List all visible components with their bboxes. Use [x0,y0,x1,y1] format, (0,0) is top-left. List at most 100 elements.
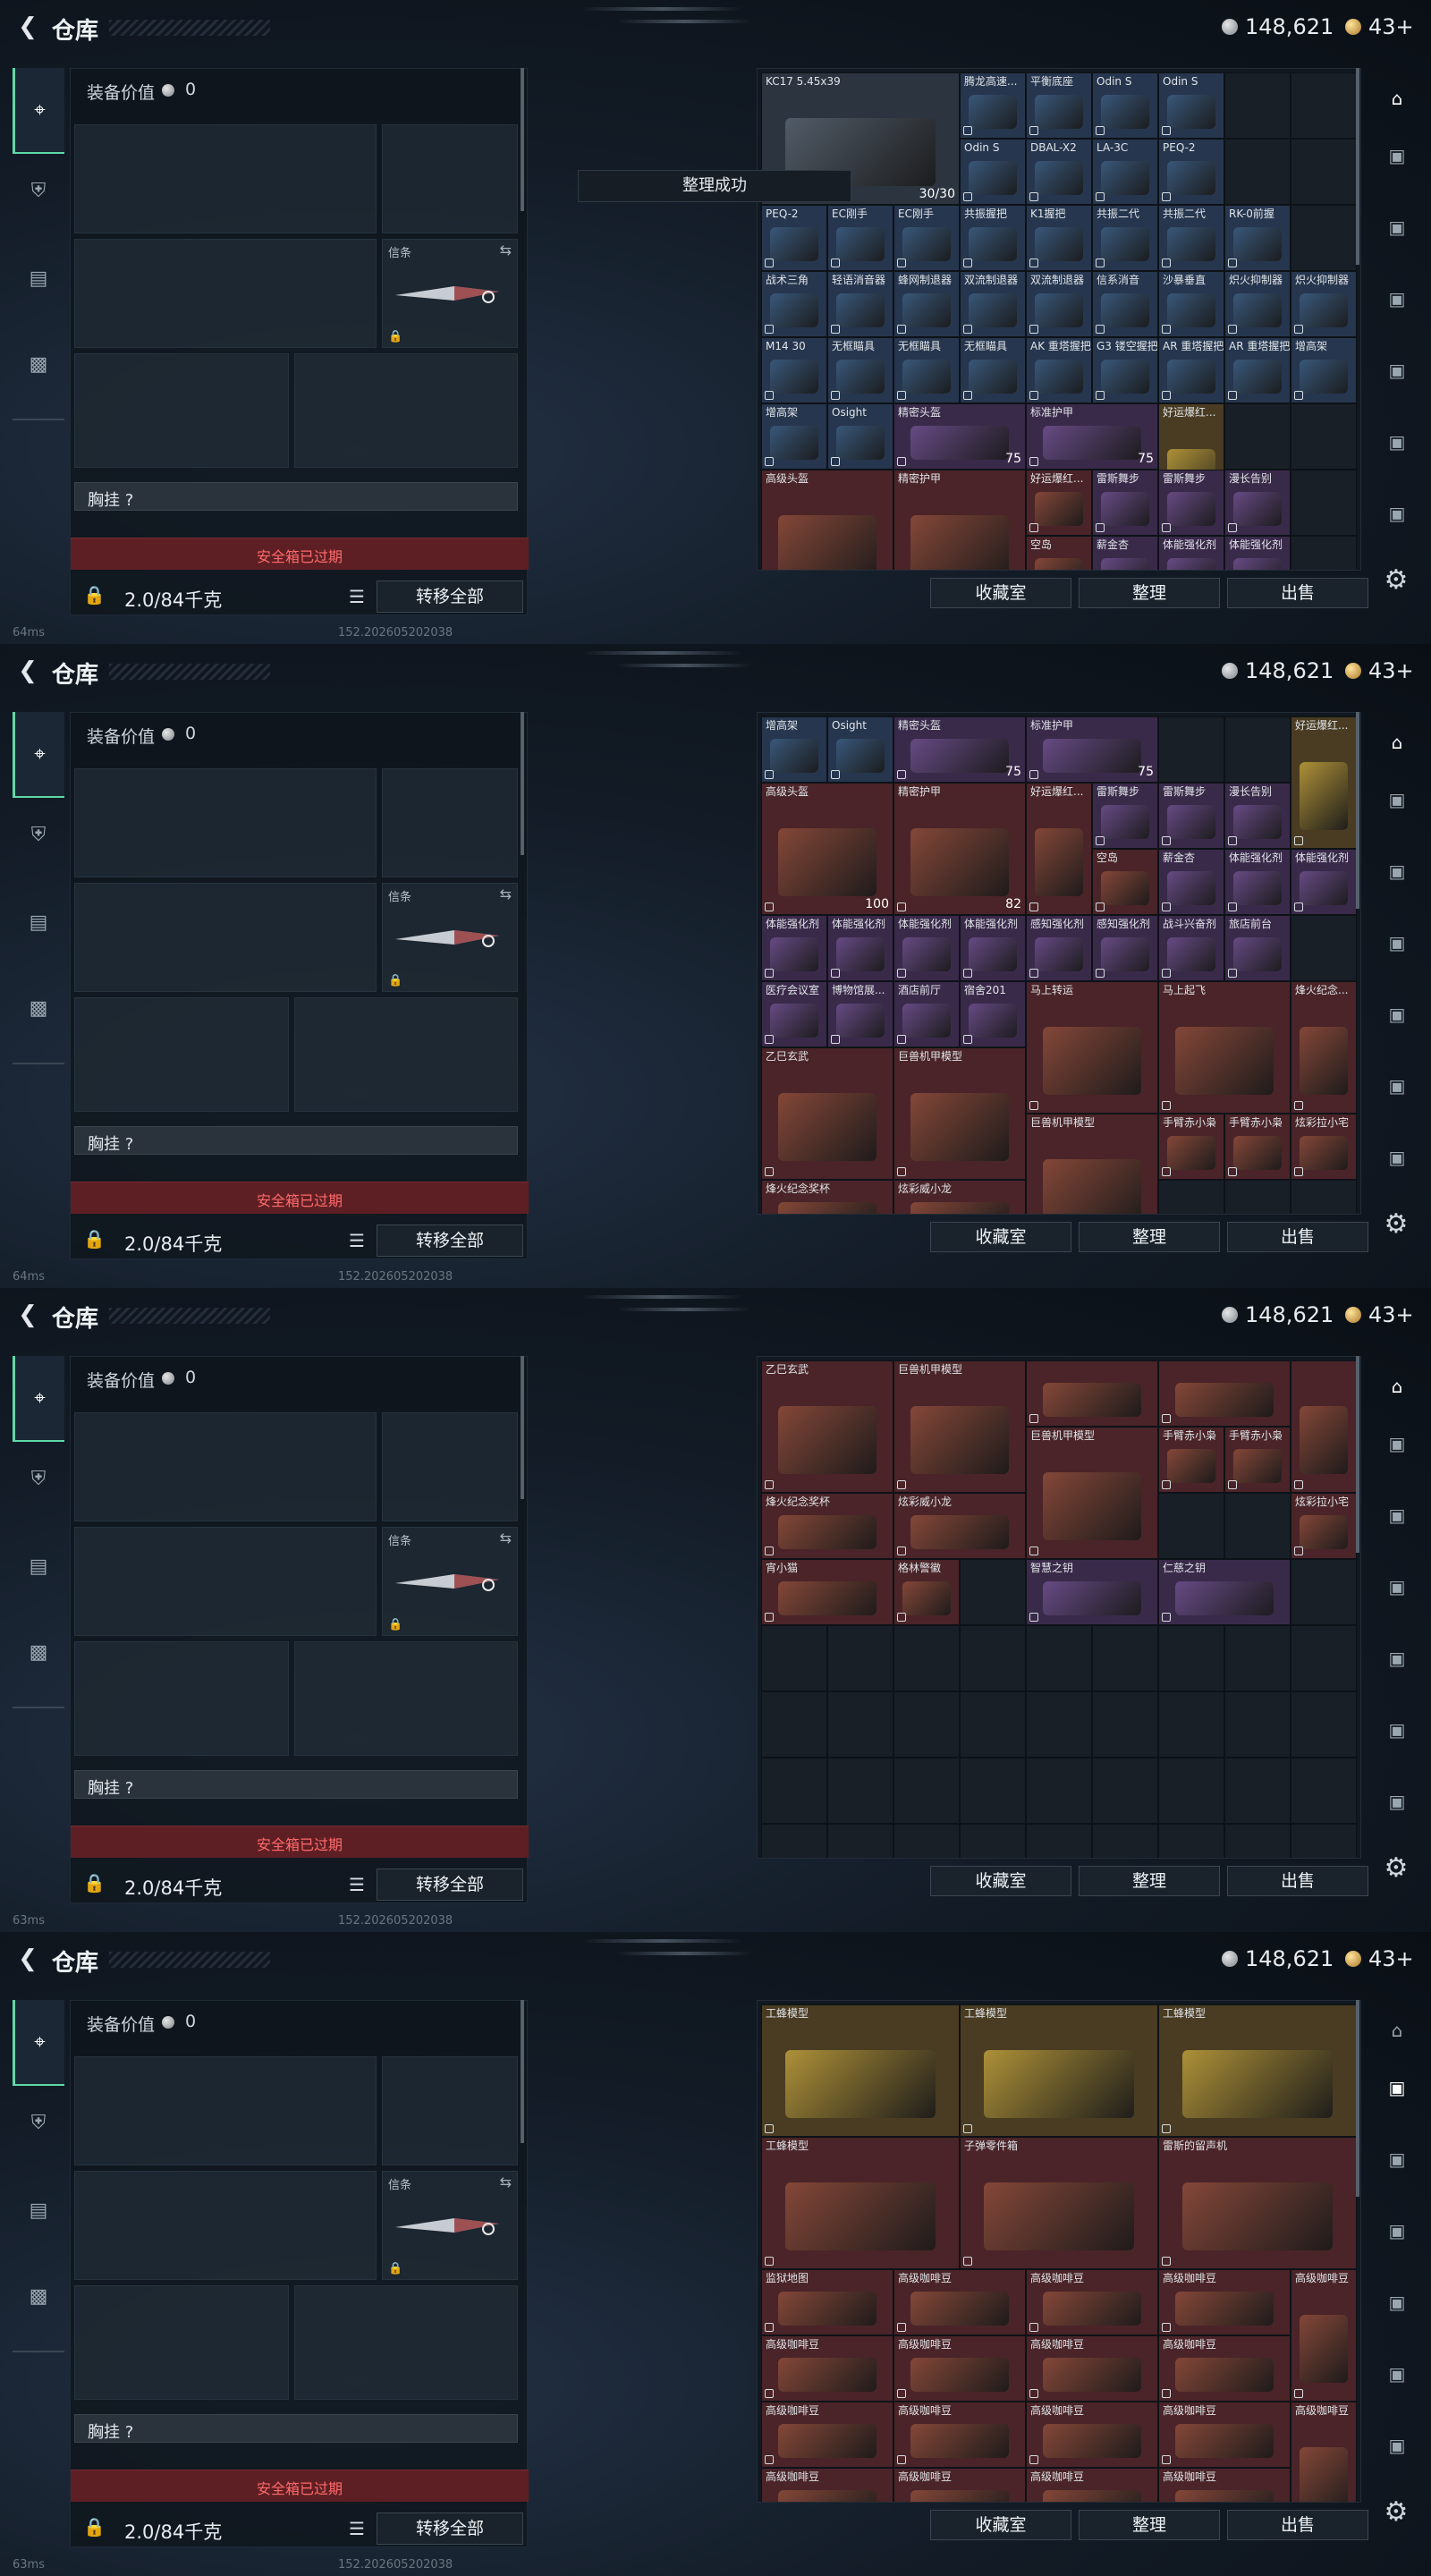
primary-weapon-slot[interactable] [74,768,377,877]
tab-armor[interactable]: ⛨ [20,816,57,853]
tab-case[interactable]: ▩ [20,1633,57,1671]
inventory-item[interactable]: 无框瞄具 [893,337,960,403]
inventory-item[interactable]: 高级咖啡豆 [893,2269,1026,2335]
armor-slot[interactable] [294,1641,518,1756]
safe-box-expired-bar[interactable]: 安全箱已过期 [71,1826,529,1858]
tab-storage-5[interactable]: ▣ [1377,1068,1417,1104]
inventory-item[interactable]: 烽火纪念... [1291,981,1357,1114]
chest-rig-slot[interactable]: 胸挂 ? [74,2414,518,2443]
tab-clipboard[interactable]: ▤ [20,1547,57,1585]
inventory-item[interactable]: 医疗会议室 [761,981,827,1047]
inventory-item[interactable]: Odin S [960,139,1026,205]
tab-storage-2[interactable]: ▣ [1377,209,1417,245]
inventory-item[interactable]: 烽火纪念奖杯 [761,1180,893,1214]
equipment-scrollbar[interactable] [521,2000,524,2143]
gold-currency[interactable]: 43+ [1345,1946,1414,1971]
inventory-item[interactable]: 蜂网制退器 [893,271,960,337]
inventory-item[interactable] [1026,1360,1158,1427]
settings-button[interactable]: ⚙ [1381,2497,1411,2528]
inventory-item[interactable]: 薪金杏 [1092,536,1158,570]
inventory-item[interactable]: 轻语消音器 [827,271,893,337]
collection-button[interactable]: 收藏室 [930,1866,1071,1896]
inventory-item[interactable]: M14 30 [761,337,827,403]
inventory-item[interactable]: 标准护甲 75 [1026,716,1158,783]
inventory-item[interactable]: 双流制退器 [960,271,1026,337]
inventory-item[interactable]: 旅店前台 [1224,915,1291,981]
inventory-scrollbar[interactable] [1356,68,1359,265]
inventory-item[interactable]: 子弹零件箱 [960,2137,1158,2269]
inventory-item[interactable]: 高级咖啡豆 [893,2468,1026,2502]
inventory-item[interactable]: RK-0前握 [1224,205,1291,271]
silver-currency[interactable]: 148,621 [1222,1946,1334,1971]
melee-slot[interactable]: 信条 ⇆ 🔒 [382,1527,518,1636]
tab-weapons[interactable]: ⌖ [13,2000,64,2086]
inventory-item[interactable]: 精密头盔 75 [893,716,1026,783]
tab-storage-2[interactable]: ▣ [1377,2141,1417,2177]
tab-storage-1[interactable]: ▣ [1377,138,1417,174]
inventory-item[interactable]: 宿舍201 [960,981,1026,1047]
back-button[interactable]: ❮ [13,1301,43,1331]
inventory-item[interactable]: 雷斯舞步 [1158,470,1224,536]
armor-slot[interactable] [294,997,518,1112]
inventory-item[interactable]: 标准护甲 75 [1026,403,1158,470]
settings-button[interactable]: ⚙ [1381,1853,1411,1884]
inventory-item[interactable]: Odin S [1092,72,1158,139]
inventory-item[interactable]: 体能强化剂 [827,915,893,981]
tab-storage-3[interactable]: ▣ [1377,281,1417,317]
inventory-item[interactable]: 感知强化剂 [1026,915,1092,981]
sort-button[interactable]: 整理 [1079,1866,1220,1896]
melee-slot[interactable]: 信条 ⇆ 🔒 [382,239,518,348]
collection-button[interactable]: 收藏室 [930,578,1071,608]
equipment-scrollbar[interactable] [521,68,524,211]
inventory-item[interactable]: 工蜂模型 [761,2004,960,2137]
inventory-item[interactable]: AR 重塔握把 [1158,337,1224,403]
equipment-scrollbar[interactable] [521,1356,524,1499]
inventory-item[interactable]: 巨兽机甲模型 [1026,1427,1158,1559]
list-icon[interactable]: ☰ [344,1230,369,1255]
inventory-item[interactable]: 高级头盔 100 [761,783,893,915]
sell-button[interactable]: 出售 [1227,2510,1368,2540]
inventory-item[interactable]: 监狱地图 [761,2269,893,2335]
inventory-item[interactable]: 共振二代 [1092,205,1158,271]
inventory-item[interactable]: 好运爆红... [1026,470,1092,536]
swap-icon[interactable]: ⇆ [500,2174,512,2190]
tab-storage-4[interactable]: ▣ [1377,1640,1417,1676]
inventory-item[interactable]: Osight [827,403,893,470]
back-button[interactable]: ❮ [13,1945,43,1975]
silver-currency[interactable]: 148,621 [1222,658,1334,683]
inventory-item[interactable]: AK 重塔握把 [1026,337,1092,403]
inventory-item[interactable]: DBAL-X2 [1026,139,1092,205]
tab-storage-4[interactable]: ▣ [1377,2284,1417,2320]
silver-currency[interactable]: 148,621 [1222,14,1334,39]
sort-button[interactable]: 整理 [1079,2510,1220,2540]
inventory-item[interactable]: 体能强化剂 [1224,536,1291,570]
gold-currency[interactable]: 43+ [1345,658,1414,683]
inventory-item[interactable]: 工蜂模型 [761,2137,960,2269]
secondary-weapon-slot[interactable] [74,2171,377,2280]
inventory-item[interactable]: 工蜂模型 [1158,2004,1357,2137]
sort-button[interactable]: 整理 [1079,1222,1220,1252]
inventory-item[interactable]: 仁慈之钥 [1158,1559,1291,1625]
chest-rig-slot[interactable]: 胸挂 ? [74,1770,518,1799]
inventory-item[interactable]: 精密护甲 82 [893,783,1026,915]
tab-storage-3[interactable]: ▣ [1377,2213,1417,2249]
inventory-item[interactable]: 好运爆红... [1291,716,1357,849]
inventory-item[interactable]: 空岛 [1092,849,1158,915]
inventory-item[interactable]: PEQ-2 [1158,139,1224,205]
inventory-item[interactable]: 高级咖啡豆 [1158,2402,1291,2468]
tab-case[interactable]: ▩ [20,989,57,1027]
tab-storage-3[interactable]: ▣ [1377,1569,1417,1605]
inventory-item[interactable]: 战斗兴奋剂 [1158,915,1224,981]
inventory-item[interactable]: 信系消音 [1092,271,1158,337]
helmet-slot[interactable] [74,997,289,1112]
tab-warehouse[interactable]: ⌂ [1377,80,1417,116]
inventory-item[interactable]: 空岛 [1026,536,1092,570]
inventory-item[interactable]: AR 重塔握把 [1224,337,1291,403]
tab-storage-1[interactable]: ▣ [1377,2070,1417,2106]
inventory-item[interactable]: 高级咖啡豆 [761,2335,893,2402]
transfer-all-button[interactable]: 转移全部 [377,1224,523,1257]
inventory-item[interactable]: 平衡底座 [1026,72,1092,139]
tab-case[interactable]: ▩ [20,345,57,383]
tab-warehouse[interactable]: ⌂ [1377,724,1417,760]
sell-button[interactable]: 出售 [1227,578,1368,608]
